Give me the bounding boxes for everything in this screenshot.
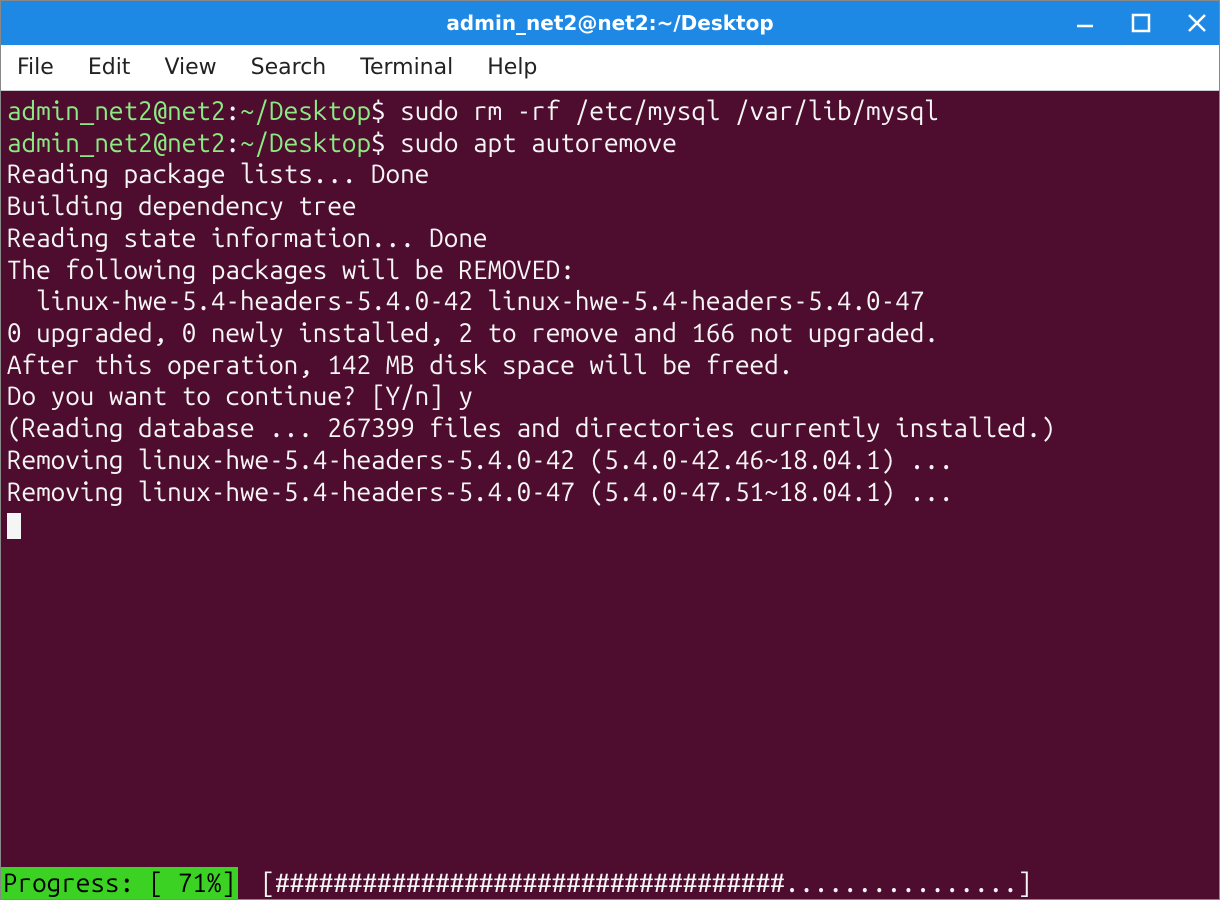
- output-line: Building dependency tree: [7, 191, 356, 220]
- terminal-window: admin_net2@net2:~/Desktop File Edit View…: [0, 0, 1220, 900]
- prompt-user: admin_net2@net2: [7, 96, 225, 125]
- output-line: (Reading database ... 267399 files and d…: [7, 413, 1055, 442]
- output-line: Removing linux-hwe-5.4-headers-5.4.0-47 …: [7, 477, 953, 506]
- command-1: sudo rm -rf /etc/mysql /var/lib/mysql: [400, 96, 939, 125]
- menu-view[interactable]: View: [158, 51, 222, 84]
- minimize-button[interactable]: [1071, 9, 1099, 37]
- progress-bar-chars: [###################################....…: [238, 867, 1032, 899]
- command-2: sudo apt autoremove: [400, 128, 677, 157]
- window-controls: [1071, 1, 1211, 45]
- menubar: File Edit View Search Terminal Help: [1, 45, 1219, 91]
- output-line: After this operation, 142 MB disk space …: [7, 350, 793, 379]
- prompt-path: ~/Desktop: [240, 128, 371, 157]
- progress-label: Progress: [ 71%]: [1, 867, 238, 899]
- prompt-sep: :: [225, 96, 240, 125]
- menu-file[interactable]: File: [11, 51, 60, 84]
- menu-help[interactable]: Help: [481, 51, 543, 84]
- output-line: Reading package lists... Done: [7, 159, 429, 188]
- menu-terminal[interactable]: Terminal: [354, 51, 459, 84]
- terminal-content[interactable]: admin_net2@net2:~/Desktop$ sudo rm -rf /…: [7, 95, 1213, 539]
- output-line: linux-hwe-5.4-headers-5.4.0-42 linux-hwe…: [7, 286, 924, 315]
- maximize-button[interactable]: [1127, 9, 1155, 37]
- output-line: Do you want to continue? [Y/n] y: [7, 381, 473, 410]
- terminal-viewport[interactable]: admin_net2@net2:~/Desktop$ sudo rm -rf /…: [1, 91, 1219, 899]
- prompt-end: $: [371, 128, 400, 157]
- output-line: 0 upgraded, 0 newly installed, 2 to remo…: [7, 318, 939, 347]
- cursor: [7, 513, 21, 539]
- prompt-user: admin_net2@net2: [7, 128, 225, 157]
- prompt-path: ~/Desktop: [240, 96, 371, 125]
- prompt-end: $: [371, 96, 400, 125]
- titlebar: admin_net2@net2:~/Desktop: [1, 1, 1219, 45]
- window-title: admin_net2@net2:~/Desktop: [446, 11, 773, 35]
- close-button[interactable]: [1183, 9, 1211, 37]
- prompt-sep: :: [225, 128, 240, 157]
- output-line: Reading state information... Done: [7, 223, 487, 252]
- menu-search[interactable]: Search: [245, 51, 333, 84]
- output-line: The following packages will be REMOVED:: [7, 255, 575, 284]
- progress-bar: Progress: [ 71%] [######################…: [1, 867, 1219, 899]
- menu-edit[interactable]: Edit: [82, 51, 137, 84]
- output-line: Removing linux-hwe-5.4-headers-5.4.0-42 …: [7, 445, 953, 474]
